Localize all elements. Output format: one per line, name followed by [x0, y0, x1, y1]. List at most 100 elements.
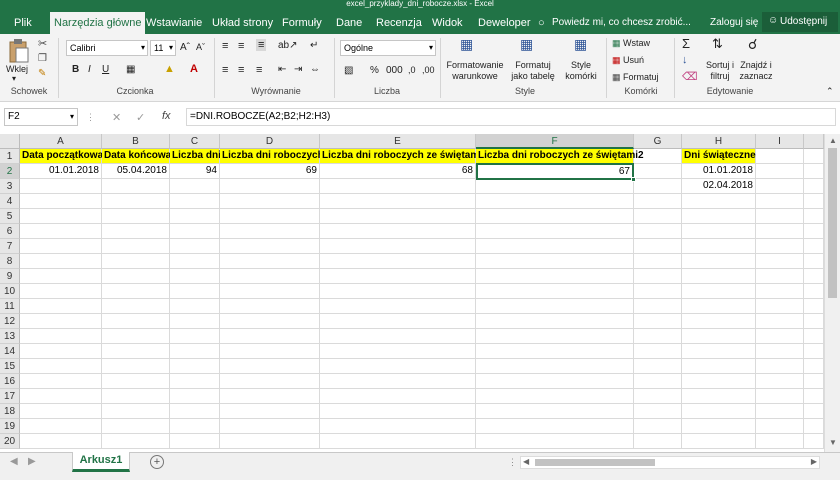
cell-e1[interactable]: Liczba dni roboczych ze świętami — [320, 149, 482, 164]
scroll-up-icon[interactable]: ▲ — [829, 136, 837, 145]
conditional-format-icon[interactable]: ▦ — [460, 36, 473, 53]
grid-cell[interactable] — [170, 194, 220, 209]
grid-cell[interactable] — [804, 194, 824, 209]
grid-cell[interactable] — [170, 314, 220, 329]
borders-icon[interactable]: ▦ — [126, 64, 135, 75]
row-header[interactable]: 18 — [0, 404, 20, 419]
autosum-icon[interactable]: Σ — [682, 36, 690, 51]
grid-cell[interactable] — [170, 179, 220, 194]
grid-cell[interactable] — [102, 314, 170, 329]
row-header[interactable]: 1 — [0, 149, 20, 164]
row-header[interactable]: 6 — [0, 224, 20, 239]
grid-cell[interactable] — [170, 254, 220, 269]
clear-icon[interactable]: ⌫ — [682, 70, 698, 83]
grid-cell[interactable] — [476, 299, 634, 314]
fill-color-icon[interactable]: ▲ — [164, 63, 175, 75]
grid-cell[interactable] — [220, 434, 320, 449]
cancel-icon[interactable]: ✕ — [112, 111, 121, 124]
grid-cell[interactable] — [476, 224, 634, 239]
add-sheet-button[interactable]: + — [150, 455, 164, 469]
cell-styles-button[interactable]: Style komórki — [562, 60, 600, 82]
worksheet-grid[interactable]: A B C D E F G H I 1 2 3 4 5 6 7 8 9 10 11 12 13 14 15 1… — [0, 134, 840, 452]
grid-cell[interactable] — [756, 254, 804, 269]
currency-icon[interactable]: ▧ — [344, 65, 353, 76]
grid-cell[interactable] — [170, 434, 220, 449]
grid-cell[interactable] — [634, 284, 682, 299]
row-header[interactable]: 8 — [0, 254, 20, 269]
grid-cell[interactable] — [804, 314, 824, 329]
paste-icon[interactable] — [8, 38, 30, 64]
row-header[interactable]: 9 — [0, 269, 20, 284]
grid-cell[interactable] — [220, 314, 320, 329]
grid-cell[interactable] — [220, 329, 320, 344]
grid-cell[interactable] — [804, 239, 824, 254]
tab-review[interactable]: Recenzja — [372, 12, 426, 34]
row-header[interactable]: 15 — [0, 359, 20, 374]
h-scroll-thumb[interactable] — [535, 459, 655, 466]
grid-cell[interactable] — [476, 314, 634, 329]
name-box[interactable]: F2 ▾ — [4, 108, 78, 126]
grid-cell[interactable] — [476, 389, 634, 404]
grid-cell[interactable] — [102, 194, 170, 209]
grid-cell[interactable] — [634, 299, 682, 314]
column-header[interactable]: A — [20, 134, 102, 149]
align-right-icon[interactable]: ≡ — [256, 64, 262, 76]
grid-cell[interactable] — [170, 224, 220, 239]
scroll-right-icon[interactable]: ▶ — [811, 457, 817, 466]
scroll-left-icon[interactable]: ◀ — [523, 457, 529, 466]
tab-developer[interactable]: Deweloper — [474, 12, 535, 34]
grid-cell[interactable] — [756, 209, 804, 224]
column-header[interactable]: H — [682, 134, 756, 149]
vertical-scrollbar[interactable]: ▲ ▼ — [824, 134, 840, 452]
sheet-next-icon[interactable]: ▶ — [28, 456, 36, 467]
align-middle-icon[interactable]: ≡ — [238, 40, 244, 52]
sort-filter-button[interactable]: Sortuj i filtruj — [702, 60, 738, 82]
align-left-icon[interactable]: ≡ — [222, 64, 228, 76]
column-header[interactable]: I — [756, 134, 804, 149]
tell-me-search[interactable]: Powiedz mi, co chcesz zrobić... — [548, 12, 695, 34]
grid-cell[interactable] — [682, 419, 756, 434]
cell-h2[interactable]: 01.01.2018 — [682, 164, 756, 179]
grid-cell[interactable] — [476, 374, 634, 389]
grid-cell[interactable] — [756, 389, 804, 404]
grid-cell[interactable] — [682, 434, 756, 449]
grid-cell[interactable] — [756, 404, 804, 419]
tab-page-layout[interactable]: Układ strony — [208, 12, 277, 34]
align-bottom-icon[interactable]: ≡ — [256, 39, 267, 51]
grid-cell[interactable] — [20, 254, 102, 269]
underline-icon[interactable]: U — [102, 64, 109, 75]
grid-cell[interactable] — [634, 404, 682, 419]
font-color-icon[interactable]: A — [190, 63, 198, 75]
grid-cell[interactable] — [634, 209, 682, 224]
horizontal-scrollbar[interactable]: ◀ ▶ — [520, 456, 820, 469]
grid-cell[interactable] — [320, 314, 476, 329]
cell-d2[interactable]: 69 — [220, 164, 320, 179]
grid-cell[interactable] — [634, 194, 682, 209]
grid-cell[interactable] — [634, 179, 682, 194]
grid-cell[interactable] — [682, 344, 756, 359]
grid-cell[interactable] — [170, 374, 220, 389]
grid-cell[interactable] — [102, 269, 170, 284]
font-size-select[interactable]: 11 ▾ — [150, 40, 176, 56]
grid-cell[interactable] — [320, 179, 476, 194]
grid-cell[interactable] — [634, 224, 682, 239]
grid-cell[interactable] — [756, 239, 804, 254]
grid-cell[interactable] — [20, 344, 102, 359]
grid-cell[interactable] — [320, 434, 476, 449]
grid-cell[interactable] — [804, 404, 824, 419]
sheet-tab-arkusz1[interactable]: Arkusz1 — [72, 452, 130, 472]
copy-icon[interactable]: ❐ — [38, 53, 47, 64]
grid-cell[interactable] — [220, 389, 320, 404]
paste-dropdown-icon[interactable]: ▾ — [12, 74, 16, 83]
grid-cell[interactable] — [20, 374, 102, 389]
grid-cell[interactable] — [220, 374, 320, 389]
paste-label[interactable]: Wklej — [6, 64, 28, 74]
login-link[interactable]: Zaloguj się — [706, 12, 762, 34]
grid-cell[interactable] — [220, 194, 320, 209]
row-header[interactable]: 12 — [0, 314, 20, 329]
wrap-text-icon[interactable]: ↵ — [310, 40, 318, 51]
grid-cell[interactable] — [220, 284, 320, 299]
column-header[interactable]: D — [220, 134, 320, 149]
grid-cell[interactable] — [634, 239, 682, 254]
grid-cell[interactable] — [476, 194, 634, 209]
